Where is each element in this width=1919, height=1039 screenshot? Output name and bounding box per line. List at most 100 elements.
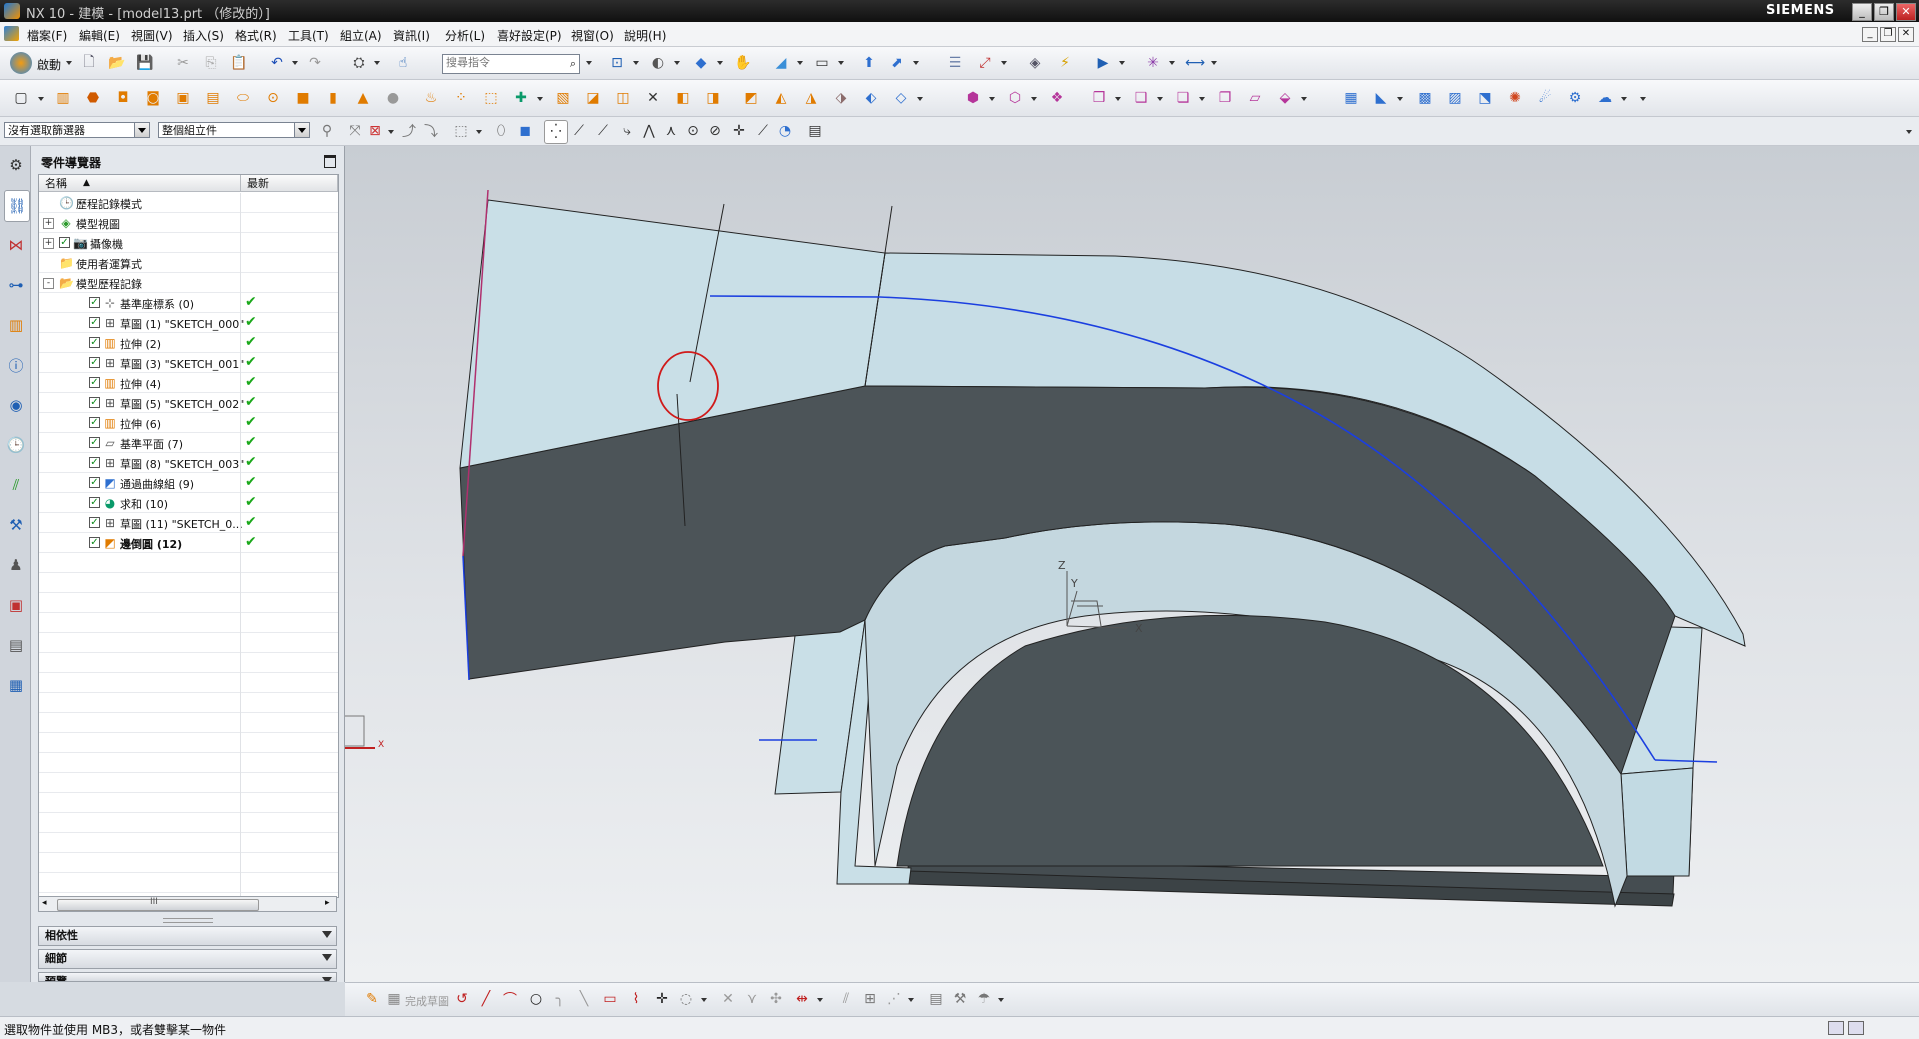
menu-insert[interactable]: 插入(S) <box>183 27 224 44</box>
show-constraints-icon[interactable]: ⋰ <box>883 988 905 1010</box>
start-button[interactable]: 啟動 <box>37 56 61 73</box>
visibility-checkbox[interactable]: ✓ <box>89 497 100 508</box>
tree-row-extrude-4[interactable]: ✓ ▥ 拉伸 (4) ✔ <box>39 373 338 393</box>
chevron-down-icon[interactable] <box>476 130 482 134</box>
through-mesh-icon[interactable]: ▨ <box>1444 87 1466 109</box>
doc-restore-button[interactable]: ❐ <box>1880 27 1896 42</box>
chamfer-icon[interactable]: ◭ <box>770 87 792 109</box>
through-curves-icon[interactable]: ▩ <box>1414 87 1436 109</box>
offset-curve-icon[interactable]: ◌ <box>675 988 697 1010</box>
delete-face-icon[interactable]: ❐ <box>1214 87 1236 109</box>
orient-view-icon[interactable]: ✋ <box>732 52 754 74</box>
analysis-icon[interactable]: ✳ <box>1142 52 1164 74</box>
doc-close-button[interactable]: ✕ <box>1898 27 1914 42</box>
system-scenes-icon[interactable]: ▣ <box>4 590 28 620</box>
measure-icon[interactable]: ⚡ <box>1054 52 1076 74</box>
chevron-down-icon[interactable] <box>1640 97 1646 101</box>
tree-row-model-history[interactable]: - 📂 模型歷程記錄 <box>39 273 338 293</box>
chevron-down-icon[interactable] <box>1157 97 1163 101</box>
snap-mid-icon[interactable]: ⟋ <box>592 120 614 142</box>
process-studio-icon[interactable]: ⫽ <box>4 470 28 500</box>
minimize-button[interactable]: _ <box>1852 3 1872 21</box>
close-button[interactable]: ✕ <box>1896 3 1916 21</box>
details-panel[interactable]: 細節 <box>38 949 337 969</box>
transform-icon[interactable]: ▶ <box>1092 52 1114 74</box>
pad-icon[interactable]: ▤ <box>202 87 224 109</box>
slot-icon[interactable]: ⬭ <box>232 87 254 109</box>
snap-existing-point-icon[interactable]: ✛ <box>728 120 750 142</box>
polygon-icon[interactable]: ⌇ <box>625 988 647 1010</box>
profile-icon[interactable]: ↺ <box>451 988 473 1010</box>
collapse-icon[interactable]: - <box>43 278 54 289</box>
hd3d-tools-icon[interactable]: ⓘ <box>4 350 28 380</box>
convert-reference-icon[interactable]: ▤ <box>925 988 947 1010</box>
background-icon[interactable]: ▭ <box>811 52 833 74</box>
visibility-checkbox[interactable]: ✓ <box>89 337 100 348</box>
selection-scope-select[interactable]: 整個組立件 <box>158 122 310 138</box>
menu-tools[interactable]: 工具(T) <box>288 27 329 44</box>
pocket-icon[interactable]: ▣ <box>172 87 194 109</box>
type-filter-select[interactable]: 沒有選取篩選器 <box>4 122 150 138</box>
reuse-library-icon[interactable]: ▥ <box>4 310 28 340</box>
select-all-icon[interactable]: ⤧ <box>344 120 366 142</box>
cone-icon[interactable]: ▲ <box>352 87 374 109</box>
chevron-down-icon[interactable] <box>701 998 707 1002</box>
visibility-checkbox[interactable]: ✓ <box>89 477 100 488</box>
measure-distance-icon[interactable]: ⟷ <box>1184 52 1206 74</box>
offset-face-icon[interactable]: ⬚ <box>480 87 502 109</box>
trim-body-icon[interactable]: ◫ <box>612 87 634 109</box>
snap-quadrant-icon[interactable]: ⊘ <box>704 120 726 142</box>
history-icon[interactable]: 🕒 <box>4 430 28 460</box>
snap-icon[interactable]: ◈ <box>1024 52 1046 74</box>
visibility-checkbox[interactable]: ✓ <box>89 357 100 368</box>
visibility-checkbox[interactable]: ✓ <box>89 297 100 308</box>
chevron-down-icon[interactable] <box>1906 130 1912 134</box>
sketch-icon[interactable]: ▢ <box>10 87 32 109</box>
chevron-down-icon[interactable] <box>817 998 823 1002</box>
pull-face-icon[interactable]: ❖ <box>1046 87 1068 109</box>
ruled-icon[interactable]: ⚙ <box>1564 87 1586 109</box>
tree-row-extrude-2[interactable]: ✓ ▥ 拉伸 (2) ✔ <box>39 333 338 353</box>
layer-settings-icon[interactable]: ☰ <box>944 52 966 74</box>
chevron-down-icon[interactable] <box>989 97 995 101</box>
chevron-down-icon[interactable] <box>1621 97 1627 101</box>
constraint-navigator-icon[interactable]: ⋈ <box>4 230 28 260</box>
redo-icon[interactable]: ↷ <box>304 52 326 74</box>
graphics-window[interactable]: Z Y X Z X <box>345 146 1919 982</box>
chevron-down-icon[interactable] <box>797 61 803 65</box>
block-icon[interactable]: ■ <box>292 87 314 109</box>
restore-button[interactable]: ❐ <box>1874 3 1894 21</box>
visibility-checkbox[interactable]: ✓ <box>89 417 100 428</box>
screen-layout-icon[interactable] <box>1828 1021 1844 1035</box>
menu-help[interactable]: 說明(H) <box>624 27 666 44</box>
doc-minimize-button[interactable]: _ <box>1862 27 1878 42</box>
alternate-solution-icon[interactable]: ⚒ <box>949 988 971 1010</box>
column-header-name[interactable]: 名稱 ▲ <box>39 175 241 192</box>
horizontal-scrollbar[interactable]: ◂ III ▸ <box>38 896 337 912</box>
rectangle-icon[interactable]: ▭ <box>599 988 621 1010</box>
tree-row-datum-plane-7[interactable]: ✓ ▱ 基準平面 (7) ✔ <box>39 433 338 453</box>
part-navigator-icon[interactable]: ⊶ <box>4 270 28 300</box>
snap-point-icon[interactable]: ⁛ <box>544 120 568 144</box>
mirror-icon[interactable]: ⬗ <box>830 87 852 109</box>
arc-icon[interactable]: ⌒ <box>499 988 521 1010</box>
chevron-down-icon[interactable] <box>1031 97 1037 101</box>
studio-surface-icon[interactable]: ◣ <box>1370 87 1392 109</box>
split-body-icon[interactable]: ✕ <box>642 87 664 109</box>
chevron-down-icon[interactable] <box>1211 61 1217 65</box>
snap-on-curve-icon[interactable]: ⟋ <box>752 120 774 142</box>
extension-icon[interactable]: ☄ <box>1534 87 1556 109</box>
visibility-checkbox[interactable]: ✓ <box>89 377 100 388</box>
cut-icon[interactable]: ✂ <box>172 52 194 74</box>
save-icon[interactable]: 💾 <box>134 52 156 74</box>
move-object-icon[interactable]: ⤢ <box>974 52 996 74</box>
snap-arc-center-icon[interactable]: ⋏ <box>660 120 682 142</box>
visibility-checkbox[interactable]: ✓ <box>89 317 100 328</box>
chevron-down-icon[interactable] <box>1169 61 1175 65</box>
inferred-constraints-icon[interactable]: ☂ <box>973 988 995 1010</box>
chevron-down-icon[interactable] <box>537 97 543 101</box>
hole-icon[interactable]: ◘ <box>112 87 134 109</box>
sketch-icon[interactable]: ✎ <box>361 988 383 1010</box>
snap-center-icon[interactable]: ⊙ <box>682 120 704 142</box>
start-icon[interactable] <box>10 52 32 74</box>
